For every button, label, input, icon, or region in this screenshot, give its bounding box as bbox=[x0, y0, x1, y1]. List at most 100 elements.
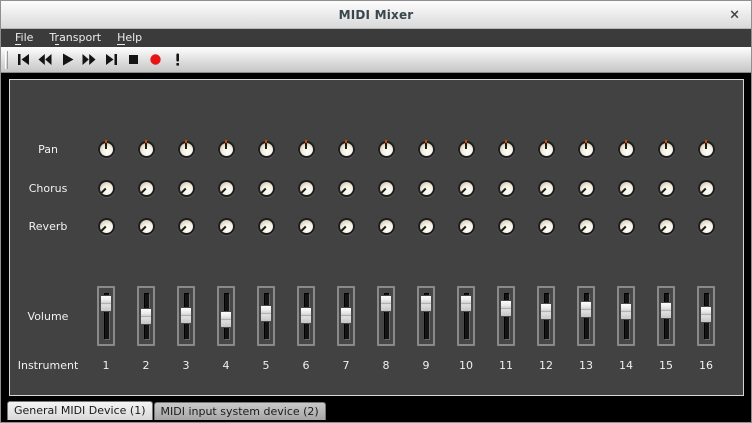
chorus-knob-ch10[interactable] bbox=[458, 180, 475, 197]
channel-cell: 1 bbox=[86, 359, 126, 372]
reverb-knob-ch9[interactable] bbox=[418, 218, 435, 235]
menu-help[interactable]: Help bbox=[109, 30, 150, 46]
slider-handle[interactable] bbox=[140, 308, 152, 325]
stop-button[interactable] bbox=[122, 49, 144, 71]
slider-handle[interactable] bbox=[300, 307, 312, 324]
volume-slider-ch4[interactable] bbox=[217, 286, 235, 346]
knob-indicator bbox=[614, 214, 638, 238]
reverb-knob-ch6[interactable] bbox=[298, 218, 315, 235]
pan-knob-ch8[interactable] bbox=[378, 141, 395, 158]
reverb-knob-ch10[interactable] bbox=[458, 218, 475, 235]
volume-slider-ch2[interactable] bbox=[137, 286, 155, 346]
volume-slider-ch9[interactable] bbox=[417, 286, 435, 346]
reverb-knob-ch1[interactable] bbox=[98, 218, 115, 235]
channel-cell: 10 bbox=[446, 359, 486, 372]
reverb-knob-ch14[interactable] bbox=[618, 218, 635, 235]
reverb-knob-ch5[interactable] bbox=[258, 218, 275, 235]
chorus-knob-ch3[interactable] bbox=[178, 180, 195, 197]
pan-knob-ch1[interactable] bbox=[98, 141, 115, 158]
toolbar-grip-handle[interactable] bbox=[5, 51, 8, 69]
slider-handle[interactable] bbox=[700, 306, 712, 323]
skip-to-start-button[interactable] bbox=[12, 49, 34, 71]
chorus-knob-ch8[interactable] bbox=[378, 180, 395, 197]
volume-slider-ch12[interactable] bbox=[537, 286, 555, 346]
pan-knob-ch15[interactable] bbox=[658, 141, 675, 158]
reverb-knob-ch16[interactable] bbox=[698, 218, 715, 235]
chorus-knob-ch12[interactable] bbox=[538, 180, 555, 197]
pan-knob-ch4[interactable] bbox=[218, 141, 235, 158]
chorus-knob-ch4[interactable] bbox=[218, 180, 235, 197]
slider-handle[interactable] bbox=[220, 311, 232, 328]
volume-slider-ch13[interactable] bbox=[577, 286, 595, 346]
chorus-knob-ch5[interactable] bbox=[258, 180, 275, 197]
record-button[interactable] bbox=[144, 49, 166, 71]
pan-knob-ch6[interactable] bbox=[298, 141, 315, 158]
volume-slider-ch16[interactable] bbox=[697, 286, 715, 346]
pan-knob-ch14[interactable] bbox=[618, 141, 635, 158]
chorus-knob-ch14[interactable] bbox=[618, 180, 635, 197]
volume-slider-ch1[interactable] bbox=[97, 286, 115, 346]
channel-cell bbox=[686, 180, 726, 197]
pan-knob-ch12[interactable] bbox=[538, 141, 555, 158]
menu-transport[interactable]: Transport bbox=[41, 30, 109, 46]
reverb-knob-ch4[interactable] bbox=[218, 218, 235, 235]
chorus-knob-ch9[interactable] bbox=[418, 180, 435, 197]
pan-knob-ch7[interactable] bbox=[338, 141, 355, 158]
close-button[interactable]: × bbox=[729, 8, 740, 21]
slider-handle[interactable] bbox=[460, 295, 472, 312]
rewind-button[interactable] bbox=[34, 49, 56, 71]
chorus-knob-ch7[interactable] bbox=[338, 180, 355, 197]
pan-knob-ch10[interactable] bbox=[458, 141, 475, 158]
chorus-knob-ch13[interactable] bbox=[578, 180, 595, 197]
slider-handle[interactable] bbox=[100, 295, 112, 312]
volume-slider-ch6[interactable] bbox=[297, 286, 315, 346]
pan-knob-ch16[interactable] bbox=[698, 141, 715, 158]
slider-handle[interactable] bbox=[580, 301, 592, 318]
device-tab-2[interactable]: MIDI input system device (2) bbox=[154, 402, 326, 420]
slider-handle[interactable] bbox=[620, 303, 632, 320]
reverb-knob-ch8[interactable] bbox=[378, 218, 395, 235]
chorus-knob-ch6[interactable] bbox=[298, 180, 315, 197]
pan-knob-ch3[interactable] bbox=[178, 141, 195, 158]
device-tab-1[interactable]: General MIDI Device (1) bbox=[7, 401, 153, 420]
volume-slider-ch3[interactable] bbox=[177, 286, 195, 346]
slider-handle[interactable] bbox=[500, 300, 512, 317]
chorus-knob-ch1[interactable] bbox=[98, 180, 115, 197]
fast-forward-button[interactable] bbox=[78, 49, 100, 71]
slider-handle[interactable] bbox=[260, 305, 272, 322]
skip-to-end-button[interactable] bbox=[100, 49, 122, 71]
pan-knob-ch2[interactable] bbox=[138, 141, 155, 158]
slider-handle[interactable] bbox=[420, 295, 432, 312]
pan-knob-ch5[interactable] bbox=[258, 141, 275, 158]
panic-button[interactable] bbox=[166, 49, 188, 71]
reverb-knob-ch15[interactable] bbox=[658, 218, 675, 235]
volume-slider-ch8[interactable] bbox=[377, 286, 395, 346]
volume-slider-ch10[interactable] bbox=[457, 286, 475, 346]
chorus-knob-ch11[interactable] bbox=[498, 180, 515, 197]
reverb-knob-ch2[interactable] bbox=[138, 218, 155, 235]
pan-knob-ch9[interactable] bbox=[418, 141, 435, 158]
volume-slider-ch7[interactable] bbox=[337, 286, 355, 346]
pan-knob-ch11[interactable] bbox=[498, 141, 515, 158]
slider-handle[interactable] bbox=[540, 303, 552, 320]
slider-handle[interactable] bbox=[340, 307, 352, 324]
volume-slider-ch5[interactable] bbox=[257, 286, 275, 346]
volume-slider-ch11[interactable] bbox=[497, 286, 515, 346]
menu-file[interactable]: File bbox=[7, 30, 41, 46]
pan-knob-ch13[interactable] bbox=[578, 141, 595, 158]
chorus-knob-ch15[interactable] bbox=[658, 180, 675, 197]
chorus-knob-ch16[interactable] bbox=[698, 180, 715, 197]
volume-slider-ch15[interactable] bbox=[657, 286, 675, 346]
reverb-knob-ch11[interactable] bbox=[498, 218, 515, 235]
chorus-knob-ch2[interactable] bbox=[138, 180, 155, 197]
titlebar[interactable]: MIDI Mixer × bbox=[1, 1, 751, 29]
volume-slider-ch14[interactable] bbox=[617, 286, 635, 346]
slider-handle[interactable] bbox=[660, 302, 672, 319]
play-button[interactable] bbox=[56, 49, 78, 71]
slider-handle[interactable] bbox=[180, 307, 192, 324]
slider-handle[interactable] bbox=[380, 295, 392, 312]
reverb-knob-ch12[interactable] bbox=[538, 218, 555, 235]
reverb-knob-ch7[interactable] bbox=[338, 218, 355, 235]
reverb-knob-ch3[interactable] bbox=[178, 218, 195, 235]
reverb-knob-ch13[interactable] bbox=[578, 218, 595, 235]
